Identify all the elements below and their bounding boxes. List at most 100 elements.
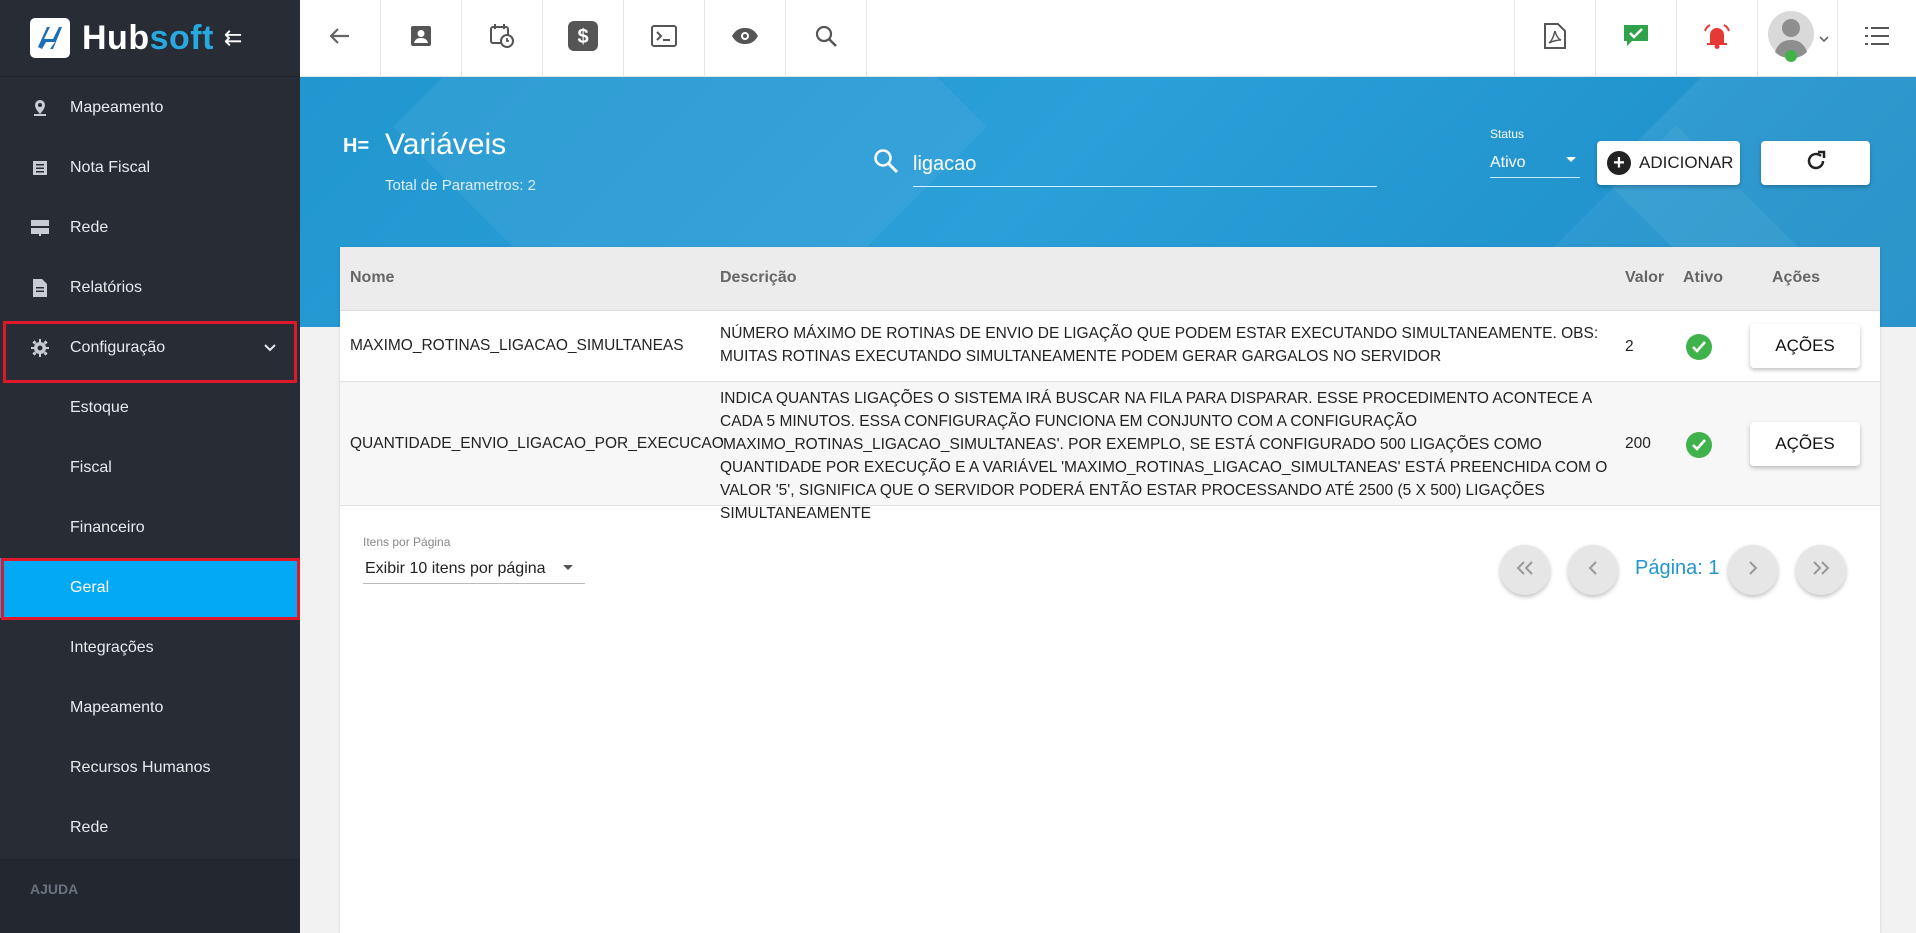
- sidebar-subitem-rede[interactable]: Rede: [0, 798, 300, 858]
- first-page-button[interactable]: [1500, 545, 1550, 595]
- receipt-icon: [30, 160, 50, 176]
- user-menu-button[interactable]: [1757, 0, 1837, 77]
- column-header-descricao[interactable]: Descrição: [720, 269, 797, 287]
- help-section-label: AJUDA: [30, 881, 79, 897]
- pdf-button[interactable]: [1514, 0, 1595, 77]
- contacts-button[interactable]: [381, 0, 462, 77]
- cell-nome: MAXIMO_ROTINAS_LIGACAO_SIMULTANEAS: [350, 337, 684, 354]
- next-page-button[interactable]: [1728, 545, 1778, 595]
- refresh-button[interactable]: [1761, 141, 1870, 185]
- caret-down-icon: [563, 565, 573, 570]
- column-header-nome[interactable]: Nome: [350, 269, 394, 287]
- brand: Hubsoft ⇇: [0, 0, 300, 77]
- terminal-icon: [651, 25, 677, 52]
- search-icon: [815, 25, 837, 52]
- variables-icon: H=: [343, 135, 370, 157]
- dollar-icon: $: [568, 21, 598, 56]
- last-page-button[interactable]: [1796, 545, 1846, 595]
- check-circle-icon: [1686, 432, 1712, 458]
- terminal-button[interactable]: [624, 0, 705, 77]
- svg-text:$: $: [577, 26, 588, 48]
- items-per-page-label: Itens por Página: [363, 535, 451, 549]
- list-menu-button[interactable]: [1837, 0, 1916, 77]
- sidebar-item-relatorios[interactable]: Relatórios: [0, 258, 300, 318]
- sidebar-item-label: Rede: [70, 219, 109, 236]
- table-row: MAXIMO_ROTINAS_LIGACAO_SIMULTANEAS NÚMER…: [340, 311, 1880, 382]
- sidebar-item-mapeamento[interactable]: Mapeamento: [0, 78, 300, 138]
- status-select[interactable]: Ativo: [1490, 148, 1580, 178]
- back-button[interactable]: [300, 0, 381, 77]
- chevron-right-icon: [1748, 560, 1758, 580]
- sidebar-collapse-icon[interactable]: ⇇: [224, 25, 242, 51]
- chevron-left-icon: [1588, 560, 1598, 580]
- page-subtitle: Total de Parametros: 2: [385, 177, 536, 194]
- check-message-icon: [1623, 24, 1649, 53]
- search-button[interactable]: [786, 0, 867, 77]
- items-per-page-select[interactable]: Exibir 10 itens por página: [363, 554, 585, 584]
- sidebar-item-label: Relatórios: [70, 279, 143, 296]
- search-input[interactable]: [913, 143, 1377, 187]
- tasks-button[interactable]: [1595, 0, 1676, 77]
- cell-nome: QUANTIDADE_ENVIO_LIGACAO_POR_EXECUCAO: [350, 435, 724, 452]
- items-per-page-value: Exibir 10 itens por página: [365, 559, 546, 577]
- column-header-acoes: Ações: [1772, 269, 1821, 286]
- help-section: AJUDA: [0, 859, 300, 933]
- chevron-down-icon: [1818, 30, 1829, 48]
- sidebar-item-label: Mapeamento: [70, 99, 164, 116]
- sidebar-subitem-financeiro[interactable]: Financeiro: [0, 498, 300, 558]
- eye-icon: [731, 27, 759, 50]
- document-icon: [30, 279, 50, 297]
- status-value: Ativo: [1490, 153, 1526, 171]
- search-icon: [873, 148, 899, 179]
- double-chevron-right-icon: [1812, 560, 1830, 580]
- actions-button[interactable]: AÇÕES: [1750, 422, 1860, 466]
- plus-circle-icon: +: [1607, 151, 1631, 175]
- arrow-left-icon: [329, 27, 351, 50]
- view-button[interactable]: [705, 0, 786, 77]
- topbar: $: [300, 0, 1916, 77]
- actions-button[interactable]: AÇÕES: [1750, 324, 1860, 368]
- refresh-icon: [1805, 150, 1827, 177]
- current-page-label: Página: 1: [1635, 557, 1720, 579]
- caret-down-icon: [1566, 157, 1576, 162]
- variables-card: Nome Descrição Valor Ativo Ações MAXIMO_…: [340, 247, 1880, 933]
- alerts-button[interactable]: [1676, 0, 1757, 77]
- avatar: [1767, 10, 1815, 67]
- sidebar-subitem-estoque[interactable]: Estoque: [0, 378, 300, 438]
- server-icon: [30, 220, 50, 236]
- sidebar-subitem-recursos-humanos[interactable]: Recursos Humanos: [0, 738, 300, 798]
- sidebar-subitem-fiscal[interactable]: Fiscal: [0, 438, 300, 498]
- cell-descricao: INDICA QUANTAS LIGAÇÕES O SISTEMA IRÁ BU…: [720, 390, 1608, 522]
- check-circle-icon: [1686, 334, 1712, 360]
- cell-valor: 200: [1625, 435, 1651, 452]
- map-pin-icon: [30, 99, 50, 117]
- sidebar-item-label: Nota Fiscal: [70, 159, 151, 176]
- add-button-label: ADICIONAR: [1639, 153, 1734, 172]
- cell-valor: 2: [1625, 338, 1634, 355]
- cell-descricao: NÚMERO MÁXIMO DE ROTINAS DE ENVIO DE LIG…: [720, 325, 1599, 365]
- alarm-bell-icon: [1703, 23, 1731, 54]
- brand-name-part1: Hub: [82, 18, 150, 57]
- brand-name-part2: soft: [149, 18, 214, 57]
- finance-button[interactable]: $: [543, 0, 624, 77]
- previous-page-button[interactable]: [1568, 545, 1618, 595]
- highlight-geral: [1, 558, 300, 620]
- table-row: QUANTIDADE_ENVIO_LIGACAO_POR_EXECUCAO IN…: [340, 382, 1880, 522]
- sidebar-subitem-integracoes[interactable]: Integrações: [0, 618, 300, 678]
- double-chevron-left-icon: [1516, 560, 1534, 580]
- column-header-ativo[interactable]: Ativo: [1683, 269, 1723, 287]
- contact-card-icon: [410, 25, 432, 52]
- highlight-configuracao: [3, 321, 297, 383]
- table-header: Nome Descrição Valor Ativo Ações: [340, 247, 1880, 311]
- page-title: Variáveis: [385, 128, 507, 161]
- sidebar-item-rede[interactable]: Rede: [0, 198, 300, 258]
- column-header-valor[interactable]: Valor: [1625, 269, 1664, 287]
- search-field: [873, 143, 1377, 187]
- add-button[interactable]: + ADICIONAR: [1597, 141, 1740, 185]
- calendar-clock-icon: [490, 24, 514, 53]
- sidebar-item-nota-fiscal[interactable]: Nota Fiscal: [0, 138, 300, 198]
- sidebar: Hubsoft ⇇ Mapeamento Nota Fiscal Rede Re…: [0, 0, 300, 933]
- sidebar-subitem-mapeamento[interactable]: Mapeamento: [0, 678, 300, 738]
- brand-name: Hubsoft: [82, 19, 214, 58]
- schedule-button[interactable]: [462, 0, 543, 77]
